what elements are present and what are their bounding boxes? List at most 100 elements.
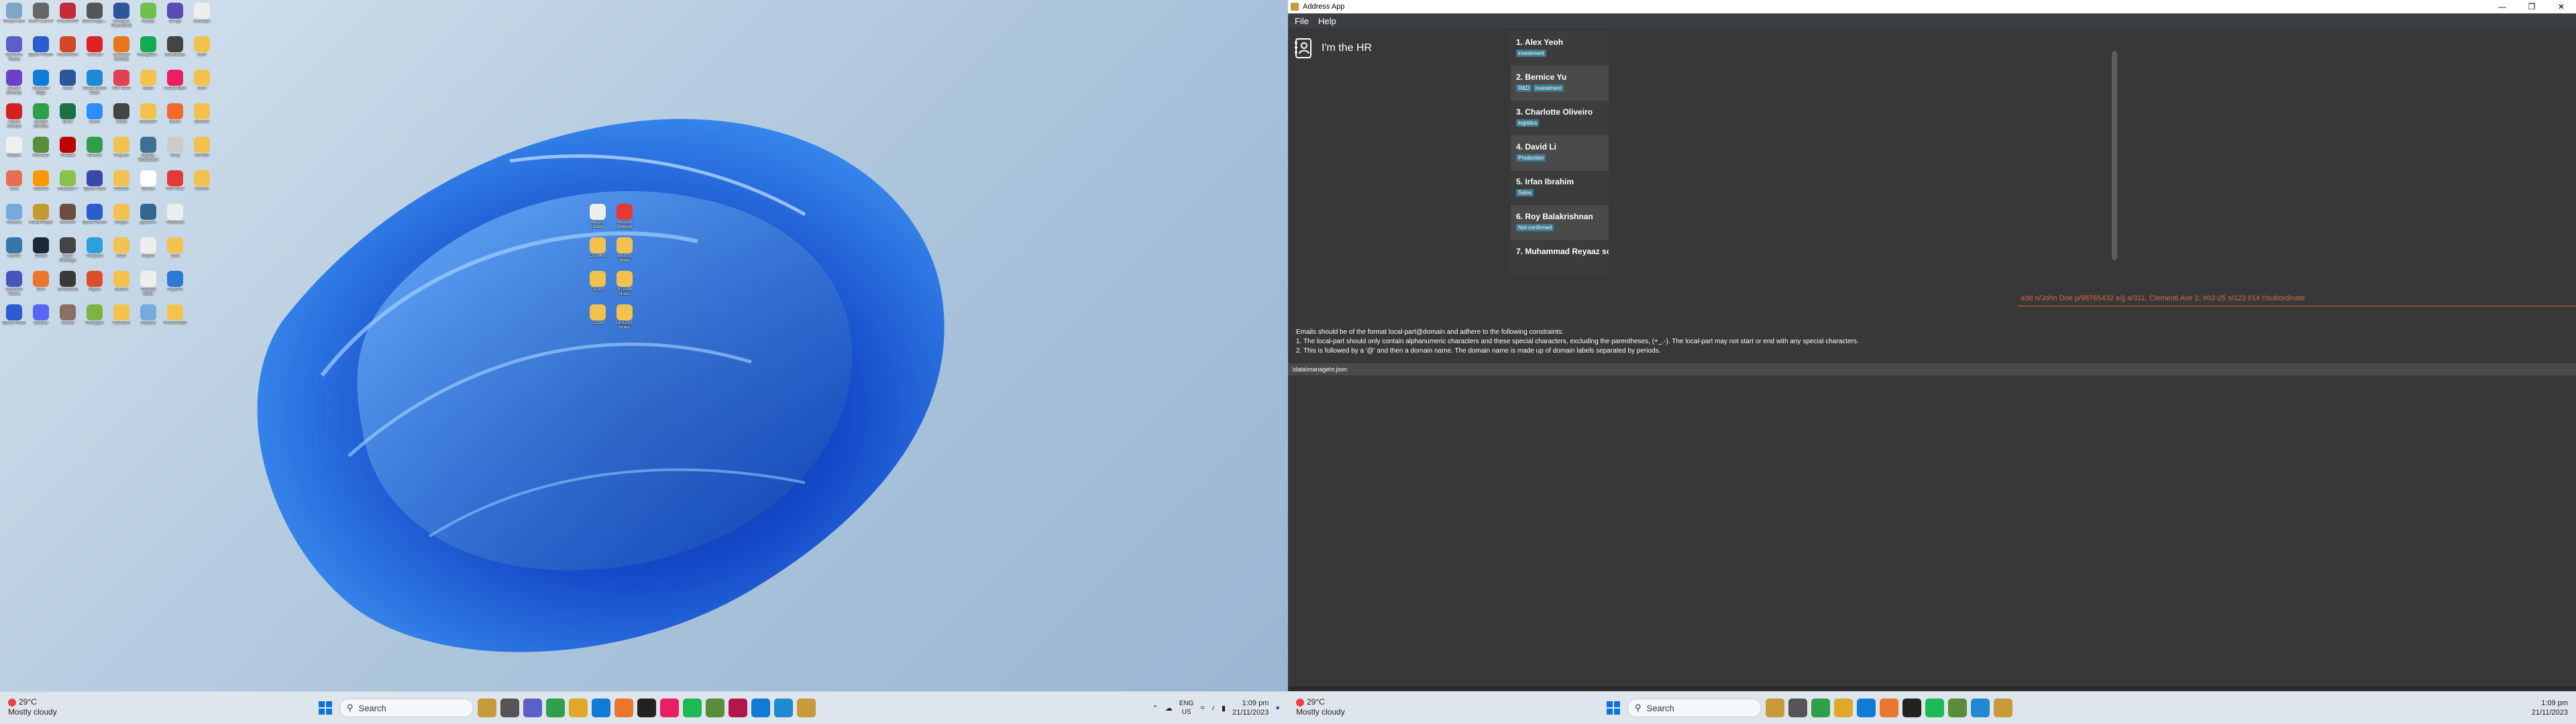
person-card[interactable]: 5. Irfan Ibrahim Sales	[1511, 170, 1609, 205]
desktop-icon[interactable]: Microsoft Teams	[1, 35, 27, 67]
desktop-icon[interactable]: Recycle Bin	[1, 1, 27, 34]
desktop-icon[interactable]: Images	[109, 202, 134, 235]
desktop-icon[interactable]: Python	[1, 236, 27, 268]
app-icon[interactable]	[660, 699, 679, 717]
desktop-icon[interactable]: Eclipse	[1, 135, 27, 168]
desktop-icon[interactable]: DeX	[28, 269, 54, 302]
desktop-icon[interactable]: Downloads	[162, 35, 188, 67]
desktop-icon[interactable]: Projects	[109, 135, 134, 168]
desktop-icon[interactable]: Brave	[162, 102, 188, 134]
desktop-icon[interactable]: Steam	[28, 236, 54, 268]
wifi-icon[interactable]: ≈	[1200, 704, 1204, 712]
desktop-icon[interactable]: GitHub	[136, 169, 161, 201]
desktop-icon[interactable]: Discord	[28, 303, 54, 335]
close-button[interactable]: ✕	[2546, 0, 2576, 13]
notification-bell-icon[interactable]: ●	[1275, 704, 1280, 712]
desktop-icon[interactable]: PDF Gear	[109, 68, 134, 101]
desktop-icon[interactable]: Inkscape	[189, 1, 215, 34]
desktop-icon[interactable]: Report	[136, 236, 161, 268]
desktop-icon[interactable]: MongoDB...	[136, 35, 161, 67]
folder-icon[interactable]	[1834, 699, 1853, 717]
desktop-icon[interactable]: Scrcpy	[162, 1, 188, 34]
desktop-icon[interactable]: NUS	[189, 35, 215, 67]
intellij-icon[interactable]	[637, 699, 656, 717]
desktop-icon[interactable]: AnyMP4	[162, 269, 188, 302]
task-view-icon[interactable]	[500, 699, 519, 717]
person-card[interactable]: 4. David Li Production	[1511, 135, 1609, 170]
desktop-icon[interactable]: CS2040S	[585, 236, 610, 268]
desktop-icon[interactable]: GitHub	[109, 269, 134, 302]
person-card[interactable]: 1. Alex Yeoh investment	[1511, 31, 1609, 66]
desktop-icon[interactable]: GitHub Desktop	[1, 68, 27, 101]
desktop-icon[interactable]: FileZilla	[55, 135, 80, 168]
clock[interactable]: 1:09 pm 21/11/2023	[2532, 699, 2568, 717]
desktop-icon[interactable]: Telegram	[82, 236, 107, 268]
desktop-icon[interactable]: Unity	[162, 135, 188, 168]
desktop-icon[interactable]: PyCharm	[109, 303, 134, 335]
desktop-icon[interactable]: WinRAR	[55, 202, 80, 235]
chrome-icon[interactable]	[1811, 699, 1830, 717]
menu-file[interactable]: File	[1295, 16, 1309, 26]
weather-widget[interactable]: 29°C Mostly cloudy	[8, 697, 57, 717]
desktop-icon[interactable]: Microsoft Edge	[28, 68, 54, 101]
desktop-icon[interactable]: pgAdmin	[136, 202, 161, 235]
desktop-icon[interactable]: CS2100	[585, 269, 610, 302]
app2-icon[interactable]	[729, 699, 747, 717]
desktop-icon[interactable]: Adobe Acrobat	[1, 102, 27, 134]
minecraft-icon[interactable]	[1948, 699, 1967, 717]
desktop-icon[interactable]: Epson Photo+	[28, 35, 54, 67]
desktop-icon[interactable]: PowerPoint	[55, 35, 80, 67]
weather-widget[interactable]: 29°C Mostly cloudy	[1296, 697, 1345, 717]
edge-icon[interactable]	[1857, 699, 1876, 717]
scrollbar-thumb[interactable]	[2112, 51, 2117, 260]
brave-icon[interactable]	[614, 699, 633, 717]
desktop-icon[interactable]: Notepad++	[55, 169, 80, 201]
start-button[interactable]	[1603, 698, 1623, 718]
desktop-icon[interactable]: NUS	[189, 68, 215, 101]
window-titlebar[interactable]: Address App — ❐ ✕	[1288, 0, 2576, 13]
desktop-icon[interactable]: Epson Scan	[82, 169, 107, 201]
desktop-icon[interactable]: GIMP 2.10.34	[28, 1, 54, 34]
person-card[interactable]: 2. Bernice Yu R&D investment	[1511, 66, 1609, 101]
command-box[interactable]: add n/John Doe p/98765432 e/jj a/311, Cl…	[2012, 288, 2576, 311]
desktop-icon[interactable]: Epson Photo	[1, 303, 27, 335]
desktop-icon[interactable]: RStudio	[136, 303, 161, 335]
minecraft-icon[interactable]	[706, 699, 724, 717]
desktop-icon[interactable]: ACE2023	[162, 202, 188, 235]
desktop-icon[interactable]: Minecraft	[28, 135, 54, 168]
person-list-scrollbar[interactable]	[2112, 51, 2117, 260]
desktop-icon[interactable]: Google Chrome	[28, 102, 54, 134]
desktop-icon[interactable]: VALORANT	[55, 1, 80, 34]
desktop-icon[interactable]: Excel	[55, 102, 80, 134]
java-icon[interactable]	[1994, 699, 2012, 717]
vscode-icon[interactable]	[1971, 699, 1990, 717]
battery-icon[interactable]: ▮	[1222, 704, 1226, 713]
desktop-icon[interactable]: Nodejs	[136, 1, 161, 34]
vscode-icon[interactable]	[774, 699, 793, 717]
desktop-icon[interactable]: EXAMS	[189, 102, 215, 134]
intellij-icon[interactable]	[1902, 699, 1921, 717]
desktop-icon[interactable]: Java	[1, 169, 27, 201]
person-list[interactable]: 1. Alex Yeoh investment 2. Bernice Yu R&D in…	[1511, 31, 1609, 284]
desktop-icon[interactable]: MA2101 Lecture	[585, 202, 610, 235]
menu-help[interactable]: Help	[1318, 16, 1336, 26]
desktop-icon[interactable]: Archive	[189, 169, 215, 201]
desktop-icon[interactable]: Epson Printer	[82, 202, 107, 235]
task-view-icon[interactable]	[1788, 699, 1807, 717]
person-card[interactable]: 6. Roy Balakrishnan Not-confirmed	[1511, 205, 1609, 240]
desktop-icon[interactable]: Sublime	[28, 169, 54, 201]
start-button[interactable]	[315, 698, 335, 718]
desktop-icon[interactable]: ST2334 Notes	[612, 269, 637, 302]
desktop-icon[interactable]: MA2001 Slides	[612, 236, 637, 268]
desktop-icon[interactable]: Pineapple	[82, 303, 107, 335]
edge-icon[interactable]	[592, 699, 610, 717]
desktop-icon[interactable]: GEA1000 Notes	[612, 303, 637, 335]
desktop-icon[interactable]: PDF Files	[162, 169, 188, 201]
desktop-icon[interactable]: Microsoft Teams	[1, 269, 27, 302]
folder-icon[interactable]	[569, 699, 588, 717]
desktop-icon[interactable]: Media Player	[28, 202, 54, 235]
desktop-icon[interactable]: Chrome	[82, 135, 107, 168]
desktop-icon[interactable]: Zoom Meetings	[55, 236, 80, 268]
language-indicator[interactable]: ENG US	[1179, 699, 1194, 717]
teams-icon[interactable]	[523, 699, 542, 717]
